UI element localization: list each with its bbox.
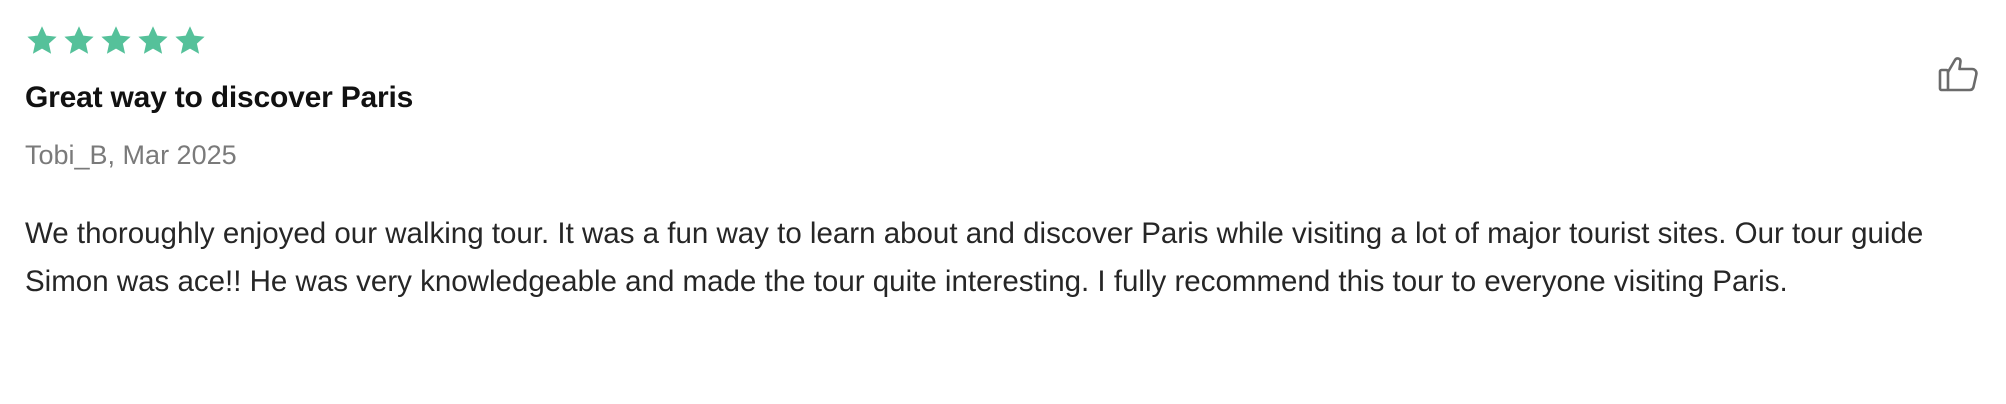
review-text: We thoroughly enjoyed our walking tour. … [25,217,1924,298]
star-icon [62,24,96,58]
review-author-date: Tobi_B, Mar 2025 [25,140,237,170]
thumbs-up-icon [1936,50,1982,96]
review-title: Great way to discover Paris [25,81,414,114]
star-icon [136,24,170,58]
review-card: Great way to discover Paris Tobi_B, Mar … [0,0,2006,404]
star-icon [173,24,207,58]
star-icon [25,24,59,58]
like-button[interactable] [1936,50,1982,96]
star-rating [25,24,207,58]
star-icon [99,24,133,58]
